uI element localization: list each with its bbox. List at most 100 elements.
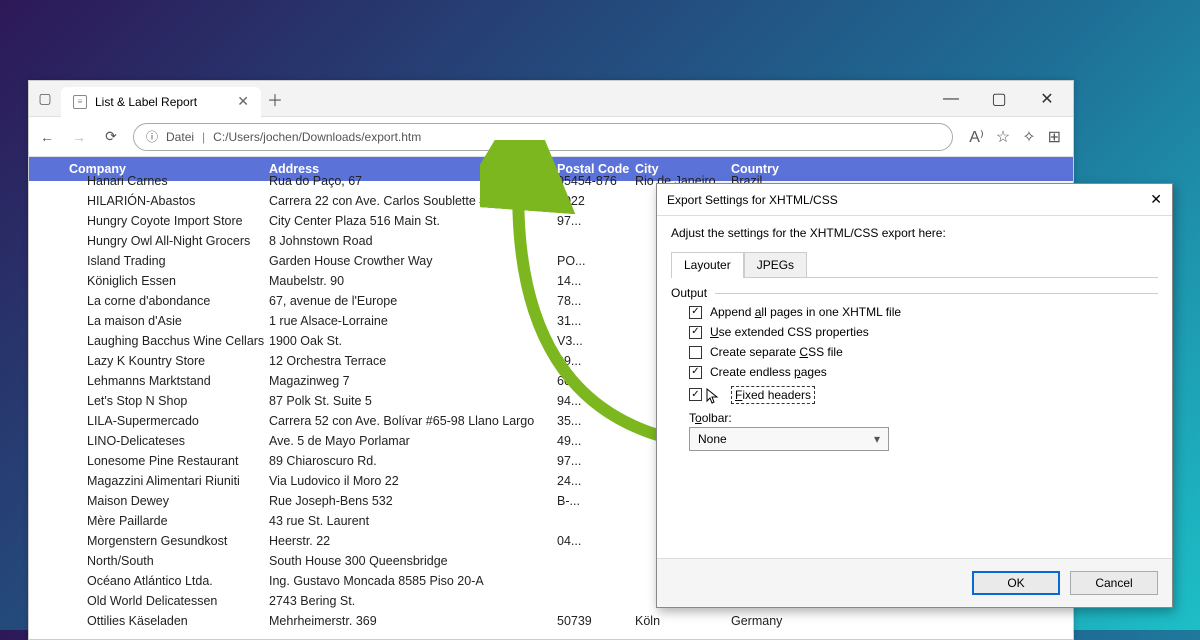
- table-cell: 97...: [557, 454, 635, 468]
- table-cell: 04...: [557, 534, 635, 548]
- table-cell: 50739: [557, 614, 635, 628]
- dialog-title: Export Settings for XHTML/CSS: [667, 193, 838, 207]
- table-cell: South House 300 Queensbridge: [269, 554, 557, 568]
- table-cell: Ave. 5 de Mayo Porlamar: [269, 434, 557, 448]
- back-icon[interactable]: ←: [37, 129, 57, 145]
- dialog-hint: Adjust the settings for the XHTML/CSS ex…: [671, 226, 1158, 240]
- table-cell: 12 Orchestra Terrace: [269, 354, 557, 368]
- tab-collection-icon[interactable]: ▢: [29, 90, 61, 107]
- checkbox-icon[interactable]: [689, 346, 702, 359]
- table-cell: PO...: [557, 254, 635, 268]
- checkbox-icon[interactable]: [689, 388, 702, 401]
- table-cell: 24...: [557, 474, 635, 488]
- table-cell: 1900 Oak St.: [269, 334, 557, 348]
- ok-button[interactable]: OK: [972, 571, 1060, 595]
- table-cell: City Center Plaza 516 Main St.: [269, 214, 557, 228]
- table-cell: Old World Delicatessen: [29, 594, 269, 608]
- table-cell: 43 rue St. Laurent: [269, 514, 557, 528]
- table-cell: Océano Atlántico Ltda.: [29, 574, 269, 588]
- table-cell: Hungry Owl All-Night Grocers: [29, 234, 269, 248]
- table-cell: 31...: [557, 314, 635, 328]
- document-icon: ≡: [73, 95, 87, 109]
- tab-jpegs[interactable]: JPEGs: [744, 252, 807, 278]
- window-close-button[interactable]: ✕: [1025, 85, 1069, 113]
- table-cell: Carrera 52 con Ave. Bolívar #65-98 Llano…: [269, 414, 557, 428]
- table-cell: Maubelstr. 90: [269, 274, 557, 288]
- table-cell: 35...: [557, 414, 635, 428]
- table-cell: Lonesome Pine Restaurant: [29, 454, 269, 468]
- table-cell: 97...: [557, 214, 635, 228]
- table-cell: La corne d'abondance: [29, 294, 269, 308]
- opt-append-pages[interactable]: Append all pages in one XHTML file: [671, 302, 1158, 322]
- table-cell: Hanari Carnes: [29, 174, 269, 188]
- collections-icon[interactable]: ✧: [1022, 127, 1035, 147]
- table-cell: Köln: [635, 614, 731, 628]
- table-cell: HILARIÓN-Abastos: [29, 194, 269, 208]
- table-cell: Mehrheimerstr. 369: [269, 614, 557, 628]
- table-cell: 5022: [557, 194, 635, 208]
- url-path: C:/Users/jochen/Downloads/export.htm: [213, 130, 421, 144]
- table-cell: Hungry Coyote Import Store: [29, 214, 269, 228]
- refresh-icon[interactable]: ⟳: [101, 128, 121, 145]
- table-cell: 49...: [557, 434, 635, 448]
- checkbox-icon[interactable]: [689, 366, 702, 379]
- table-cell: 1 rue Alsace-Lorraine: [269, 314, 557, 328]
- table-cell: Lazy K Kountry Store: [29, 354, 269, 368]
- checkbox-icon[interactable]: [689, 306, 702, 319]
- table-cell: B-...: [557, 494, 635, 508]
- table-cell: Via Ludovico il Moro 22: [269, 474, 557, 488]
- table-cell: Königlich Essen: [29, 274, 269, 288]
- section-output: Output: [671, 286, 1158, 300]
- export-settings-dialog: Export Settings for XHTML/CSS ✕ Adjust t…: [656, 183, 1173, 608]
- table-cell: LINO-Delicateses: [29, 434, 269, 448]
- read-aloud-icon[interactable]: A⁾: [969, 127, 984, 147]
- table-cell: 2743 Bering St.: [269, 594, 557, 608]
- table-cell: Ottilies Käseladen: [29, 614, 269, 628]
- dialog-close-icon[interactable]: ✕: [1150, 191, 1162, 208]
- table-cell: 94...: [557, 394, 635, 408]
- checkbox-icon[interactable]: [689, 326, 702, 339]
- table-cell: 14...: [557, 274, 635, 288]
- table-cell: La maison d'Asie: [29, 314, 269, 328]
- browser-addressbar: ← → ⟳ ⓘ Datei | C:/Users/jochen/Download…: [29, 117, 1073, 157]
- table-cell: 78...: [557, 294, 635, 308]
- table-cell: Magazzini Alimentari Riuniti: [29, 474, 269, 488]
- window-maximize-button[interactable]: ▢: [977, 85, 1021, 113]
- tab-title: List & Label Report: [95, 95, 197, 109]
- table-cell: 87 Polk St. Suite 5: [269, 394, 557, 408]
- forward-icon: →: [69, 129, 89, 145]
- site-info-icon[interactable]: ⓘ: [146, 128, 158, 145]
- toolbar-select[interactable]: None: [689, 427, 889, 451]
- cursor-icon: [706, 388, 719, 407]
- opt-endless-pages[interactable]: Create endless pages: [671, 362, 1158, 382]
- browser-tabbar: ▢ ≡ List & Label Report ✕ ＋ — ▢ ✕: [29, 81, 1073, 117]
- cancel-button[interactable]: Cancel: [1070, 571, 1158, 595]
- table-cell: Carrera 22 con Ave. Carlos Soublette #8-…: [269, 194, 557, 208]
- opt-separate-css[interactable]: Create separate CSS file: [671, 342, 1158, 362]
- table-cell: V3...: [557, 334, 635, 348]
- dialog-buttons: OK Cancel: [657, 558, 1172, 607]
- new-tab-button[interactable]: ＋: [261, 87, 289, 111]
- tab-layouter[interactable]: Layouter: [671, 252, 744, 278]
- url-prefix: Datei: [166, 130, 194, 144]
- table-cell: Morgenstern Gesundkost: [29, 534, 269, 548]
- table-cell: Garden House Crowther Way: [269, 254, 557, 268]
- browser-tab[interactable]: ≡ List & Label Report ✕: [61, 87, 261, 117]
- window-minimize-button[interactable]: —: [929, 85, 973, 113]
- opt-fixed-headers[interactable]: Fixed headers: [671, 382, 1158, 407]
- table-cell: 99...: [557, 354, 635, 368]
- table-cell: LILA-Supermercado: [29, 414, 269, 428]
- table-cell: Magazinweg 7: [269, 374, 557, 388]
- table-cell: Germany: [731, 614, 891, 628]
- dialog-titlebar: Export Settings for XHTML/CSS ✕: [657, 184, 1172, 216]
- table-cell: Rua do Paço, 67: [269, 174, 557, 188]
- table-cell: 89 Chiaroscuro Rd.: [269, 454, 557, 468]
- table-row: Ottilies KäseladenMehrheimerstr. 3695073…: [29, 611, 1073, 631]
- opt-extended-css[interactable]: Use extended CSS properties: [671, 322, 1158, 342]
- url-input[interactable]: ⓘ Datei | C:/Users/jochen/Downloads/expo…: [133, 123, 953, 151]
- dialog-tabs: Layouter JPEGs: [671, 252, 1158, 278]
- extensions-icon[interactable]: ⊞: [1048, 127, 1061, 147]
- tab-close-icon[interactable]: ✕: [237, 93, 249, 110]
- favorites-icon[interactable]: ☆: [996, 127, 1010, 147]
- table-cell: Ing. Gustavo Moncada 8585 Piso 20-A: [269, 574, 557, 588]
